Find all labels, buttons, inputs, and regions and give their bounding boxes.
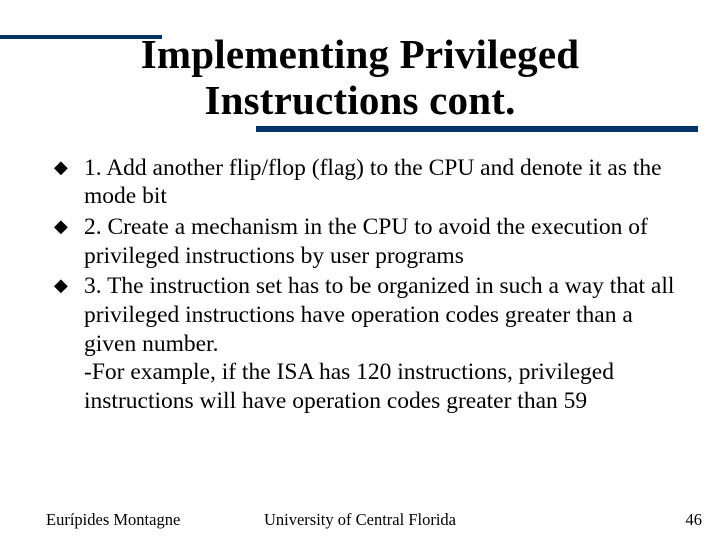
title-line-2: Instructions cont. — [204, 77, 515, 123]
footer-center: University of Central Florida — [0, 510, 720, 530]
list-item-text: 3. The instruction set has to be organiz… — [84, 273, 674, 356]
page-number: 46 — [686, 510, 703, 530]
list-item: ◆ 2. Create a mechanism in the CPU to av… — [52, 213, 680, 270]
slide: Implementing Privileged Instructions con… — [0, 0, 720, 540]
list-item-text: 1. Add another flip/flop (flag) to the C… — [84, 155, 662, 210]
footer: Eurípides Montagne University of Central… — [0, 508, 720, 530]
bullet-icon: ◆ — [54, 216, 68, 238]
list-item-subtext: -For example, if the ISA has 120 instruc… — [84, 358, 680, 415]
body: ◆ 1. Add another flip/flop (flag) to the… — [0, 130, 720, 416]
rule-lower — [256, 126, 698, 132]
slide-title: Implementing Privileged Instructions con… — [0, 32, 720, 130]
list-item-text: 2. Create a mechanism in the CPU to avoi… — [84, 214, 648, 269]
bullet-icon: ◆ — [54, 275, 68, 297]
bullet-icon: ◆ — [54, 157, 68, 179]
title-block: Implementing Privileged Instructions con… — [0, 0, 720, 130]
list-item: ◆ 1. Add another flip/flop (flag) to the… — [52, 154, 680, 211]
title-line-1: Implementing Privileged — [141, 31, 579, 77]
rule-upper — [0, 35, 162, 39]
list-item: ◆ 3. The instruction set has to be organ… — [52, 272, 680, 415]
